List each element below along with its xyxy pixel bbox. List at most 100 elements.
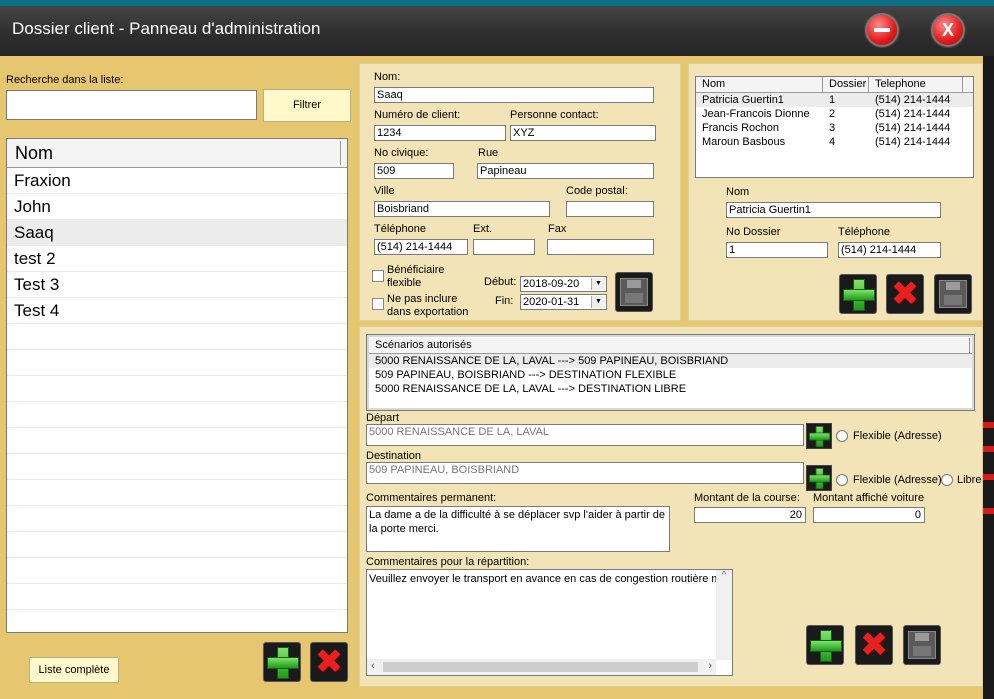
destination-libre-radio[interactable] — [941, 474, 953, 486]
contact-field[interactable]: XYZ — [510, 125, 656, 141]
contact-cell: 4 — [829, 136, 836, 148]
full-list-button[interactable]: Liste complète — [29, 657, 119, 683]
ext-label: Ext. — [473, 223, 492, 235]
client-list-item[interactable]: John — [7, 194, 347, 220]
add-depart-button[interactable] — [806, 423, 832, 449]
save-scenario-button[interactable] — [903, 625, 941, 665]
client-list-item[interactable]: Fraxion — [7, 168, 347, 194]
save-client-button[interactable] — [615, 272, 653, 312]
montant-field[interactable]: 20 — [694, 507, 806, 523]
add-contact-button[interactable] — [839, 274, 877, 314]
empty-row — [7, 506, 347, 532]
client-list-item[interactable]: Saaq — [7, 220, 347, 246]
contact-tel-label: Téléphone — [838, 226, 890, 238]
top-strip — [0, 0, 994, 6]
contact-nom-field[interactable]: Patricia Guertin1 — [726, 202, 941, 218]
filter-button[interactable]: Filtrer — [263, 89, 351, 122]
contacts-col-telephone[interactable]: Telephone — [869, 77, 963, 92]
add-client-button[interactable] — [263, 642, 301, 682]
depart-flexible-radio[interactable] — [836, 430, 848, 442]
scenario-row[interactable]: 5000 RENAISSANCE DE LA, LAVAL ---> 509 P… — [369, 354, 972, 368]
search-input[interactable] — [6, 90, 257, 120]
scroll-left-icon[interactable]: ‹ — [371, 660, 375, 672]
chevron-down-icon[interactable]: ▼ — [591, 296, 605, 308]
destination-flexible-radio[interactable] — [836, 474, 848, 486]
close-icon: X — [941, 19, 954, 40]
edge-marker — [983, 474, 994, 480]
plus-icon — [809, 468, 831, 490]
nom-field[interactable]: Saaq — [374, 87, 654, 103]
contact-cell: Francis Rochon — [702, 122, 780, 134]
scenarios-col[interactable]: Scénarios autorisés — [369, 338, 970, 353]
contact-cell: Jean-Francois Dionne — [702, 108, 810, 120]
comm-perm-textarea[interactable]: La dame a de la difficulté à se déplacer… — [366, 506, 670, 552]
client-list[interactable]: Nom Fraxion John Saaq test 2 Test 3 Test 4 — [6, 138, 348, 633]
contacts-list[interactable]: Nom Dossier Telephone Patricia Guertin1 1… — [695, 76, 974, 178]
contact-tel-field[interactable]: (514) 214-1444 — [838, 242, 941, 258]
save-contact-button[interactable] — [934, 274, 972, 314]
comm-perm-label: Commentaires permanent: — [366, 492, 497, 504]
postal-field[interactable] — [566, 201, 654, 217]
debut-label: Début: — [484, 276, 517, 288]
save-icon — [939, 280, 967, 308]
tel-field[interactable]: (514) 214-1444 — [374, 239, 468, 255]
contacts-header: Nom Dossier Telephone — [696, 77, 973, 93]
export-label: Ne pas inclure dans exportation — [387, 293, 469, 318]
ext-field[interactable] — [473, 239, 535, 255]
client-list-item[interactable]: Test 3 — [7, 272, 347, 298]
client-list-item[interactable]: Test 4 — [7, 298, 347, 324]
minimize-button[interactable] — [864, 12, 900, 48]
export-checkbox[interactable] — [372, 298, 384, 310]
contact-row[interactable]: Jean-Francois Dionne 2 (514) 214-1444 — [696, 107, 973, 121]
numero-field[interactable]: 1234 — [374, 125, 506, 141]
depart-field[interactable]: 5000 RENAISSANCE DE LA, LAVAL — [366, 424, 804, 446]
empty-row — [7, 584, 347, 610]
rue-field[interactable]: Papineau — [477, 163, 654, 179]
destination-libre-label: Libre — [957, 474, 982, 486]
contact-cell: (514) 214-1444 — [875, 122, 951, 134]
empty-row — [7, 324, 347, 350]
ville-field[interactable]: Boisbriand — [374, 201, 550, 217]
delete-client-button[interactable]: ✖ — [310, 642, 348, 682]
fax-field[interactable] — [547, 239, 654, 255]
contact-row[interactable]: Maroun Basbous 4 (514) 214-1444 — [696, 135, 973, 149]
depart-flexible-label: Flexible (Adresse) — [853, 430, 942, 442]
horizontal-scrollbar[interactable]: ‹ › — [367, 659, 716, 675]
delete-icon: ✖ — [890, 274, 920, 314]
search-label: Recherche dans la liste: — [6, 74, 124, 86]
comm-rep-textarea[interactable]: Veuillez envoyer le transport en avance … — [366, 569, 733, 676]
contact-cell: 3 — [829, 122, 836, 134]
delete-scenario-button[interactable]: ✖ — [855, 625, 893, 665]
flexible-checkbox[interactable] — [372, 270, 384, 282]
client-list-item[interactable]: test 2 — [7, 246, 347, 272]
add-scenario-button[interactable] — [806, 625, 844, 665]
montant-affiche-field[interactable]: 0 — [813, 507, 925, 523]
contact-dossier-field[interactable]: 1 — [726, 242, 828, 258]
contacts-col-nom[interactable]: Nom — [696, 77, 823, 92]
scenarios-list[interactable]: Scénarios autorisés 5000 RENAISSANCE DE … — [366, 334, 975, 411]
civique-field[interactable]: 509 — [374, 163, 454, 179]
contacts-col-dossier[interactable]: Dossier — [823, 77, 869, 92]
scroll-thumb[interactable] — [383, 662, 698, 672]
scenario-row[interactable]: 509 PAPINEAU, BOISBRIAND ---> DESTINATIO… — [369, 368, 972, 382]
close-button[interactable]: X — [930, 12, 966, 48]
delete-contact-button[interactable]: ✖ — [886, 274, 924, 314]
delete-icon: ✖ — [314, 642, 344, 682]
contact-cell: Patricia Guertin1 — [702, 94, 784, 106]
destination-flexible-label: Flexible (Adresse) — [853, 474, 942, 486]
fin-date-picker[interactable]: 2020-01-31 ▼ — [520, 294, 607, 310]
minimize-icon — [874, 28, 890, 32]
scenario-row[interactable]: 5000 RENAISSANCE DE LA, LAVAL ---> DESTI… — [369, 382, 972, 396]
empty-row — [7, 428, 347, 454]
contact-row[interactable]: Francis Rochon 3 (514) 214-1444 — [696, 121, 973, 135]
client-list-header[interactable]: Nom — [7, 139, 347, 168]
scroll-right-icon[interactable]: › — [708, 660, 712, 672]
debut-date-picker[interactable]: 2018-09-20 ▼ — [520, 276, 607, 292]
destination-field[interactable]: 509 PAPINEAU, BOISBRIAND — [366, 462, 804, 484]
contact-row[interactable]: Patricia Guertin1 1 (514) 214-1444 — [696, 93, 973, 107]
contact-dossier-label: No Dossier — [726, 226, 781, 238]
vertical-scrollbar[interactable]: ^ — [716, 570, 732, 660]
add-destination-button[interactable] — [806, 465, 832, 491]
chevron-down-icon[interactable]: ▼ — [591, 278, 605, 290]
rue-label: Rue — [478, 147, 499, 159]
